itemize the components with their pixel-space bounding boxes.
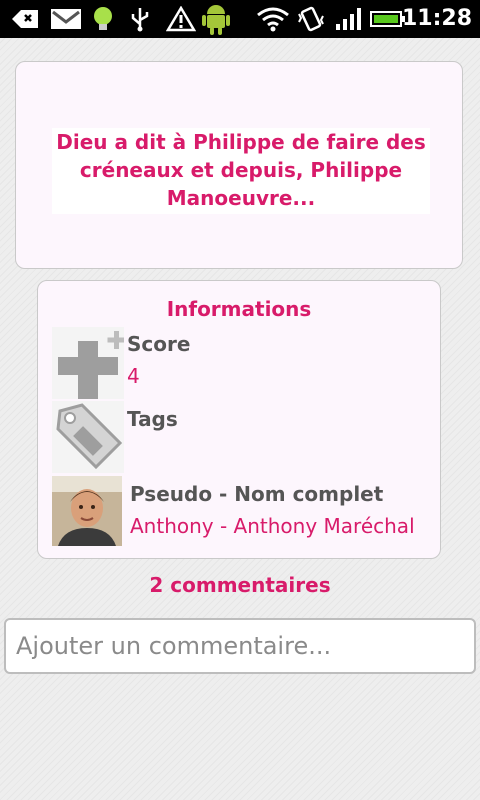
quote-text: Dieu a dit à Philippe de faire des créne…	[56, 130, 426, 210]
gmail-icon	[51, 9, 81, 29]
tag-icon	[52, 401, 124, 473]
tags-label: Tags	[127, 407, 178, 431]
score-label: Score	[127, 332, 191, 356]
usb-icon	[131, 8, 149, 32]
info-card: Informations Score 4 Tags Pseudo - Nom c…	[37, 280, 441, 559]
android-icon	[202, 5, 230, 35]
comment-input[interactable]	[4, 618, 476, 674]
status-bar: 11:28	[0, 0, 480, 38]
quote-text-container: Dieu a dit à Philippe de faire des créne…	[52, 128, 430, 214]
bulb-icon	[94, 7, 112, 30]
wifi-icon	[257, 7, 289, 32]
author-label: Pseudo - Nom complet	[130, 482, 384, 506]
author-value[interactable]: Anthony - Anthony Maréchal	[130, 514, 415, 538]
score-value: 4	[127, 364, 140, 388]
vibrate-icon	[298, 6, 324, 32]
back-icon	[12, 10, 38, 28]
signal-icon	[336, 8, 361, 30]
plus-icon	[52, 327, 124, 399]
comments-count[interactable]: 2 commentaires	[0, 573, 480, 597]
info-title: Informations	[166, 297, 312, 321]
avatar	[52, 476, 122, 546]
battery-icon	[370, 11, 405, 27]
quote-card: Dieu a dit à Philippe de faire des créne…	[15, 61, 463, 269]
status-time: 11:28	[401, 6, 472, 31]
warning-icon	[166, 6, 196, 32]
